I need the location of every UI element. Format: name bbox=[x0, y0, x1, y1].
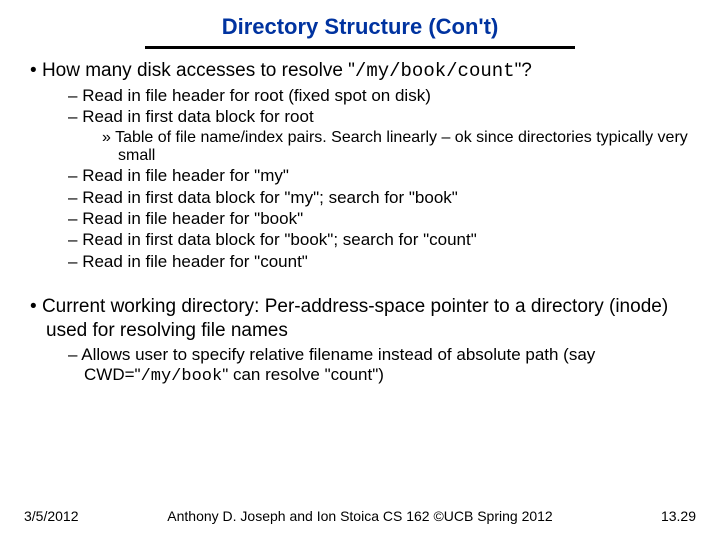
q-pre: How many disk accesses to resolve " bbox=[42, 60, 355, 81]
cwd-sub-b: " can resolve "count") bbox=[222, 365, 384, 384]
bullet-read-root-header: Read in file header for root (fixed spot… bbox=[68, 86, 696, 106]
q-path: /my/book/count bbox=[355, 60, 515, 82]
footer-attribution: Anthony D. Joseph and Ion Stoica CS 162 … bbox=[114, 508, 606, 524]
bullet-read-book-block: Read in first data block for "book"; sea… bbox=[68, 230, 696, 250]
bullet-read-root-block: Read in first data block for root bbox=[68, 107, 696, 127]
footer: 3/5/2012 Anthony D. Joseph and Ion Stoic… bbox=[0, 508, 720, 524]
slide-body: How many disk accesses to resolve "/my/b… bbox=[24, 59, 696, 388]
bullet-read-book-header: Read in file header for "book" bbox=[68, 209, 696, 229]
footer-page-number: 13.29 bbox=[606, 508, 696, 524]
q-post: "? bbox=[515, 60, 532, 81]
bullet-read-count-header: Read in file header for "count" bbox=[68, 252, 696, 272]
bullet-table-search: Table of file name/index pairs. Search l… bbox=[102, 129, 696, 166]
title-underline bbox=[145, 46, 575, 49]
footer-date: 3/5/2012 bbox=[24, 508, 114, 524]
bullet-cwd-sub: Allows user to specify relative filename… bbox=[68, 345, 696, 388]
cwd-sub-path: /my/book bbox=[141, 367, 223, 386]
slide-title: Directory Structure (Con't) bbox=[24, 14, 696, 46]
bullet-read-my-block: Read in first data block for "my"; searc… bbox=[68, 188, 696, 208]
bullet-question: How many disk accesses to resolve "/my/b… bbox=[30, 59, 696, 84]
bullet-read-my-header: Read in file header for "my" bbox=[68, 166, 696, 186]
bullet-cwd: Current working directory: Per-address-s… bbox=[30, 295, 696, 343]
